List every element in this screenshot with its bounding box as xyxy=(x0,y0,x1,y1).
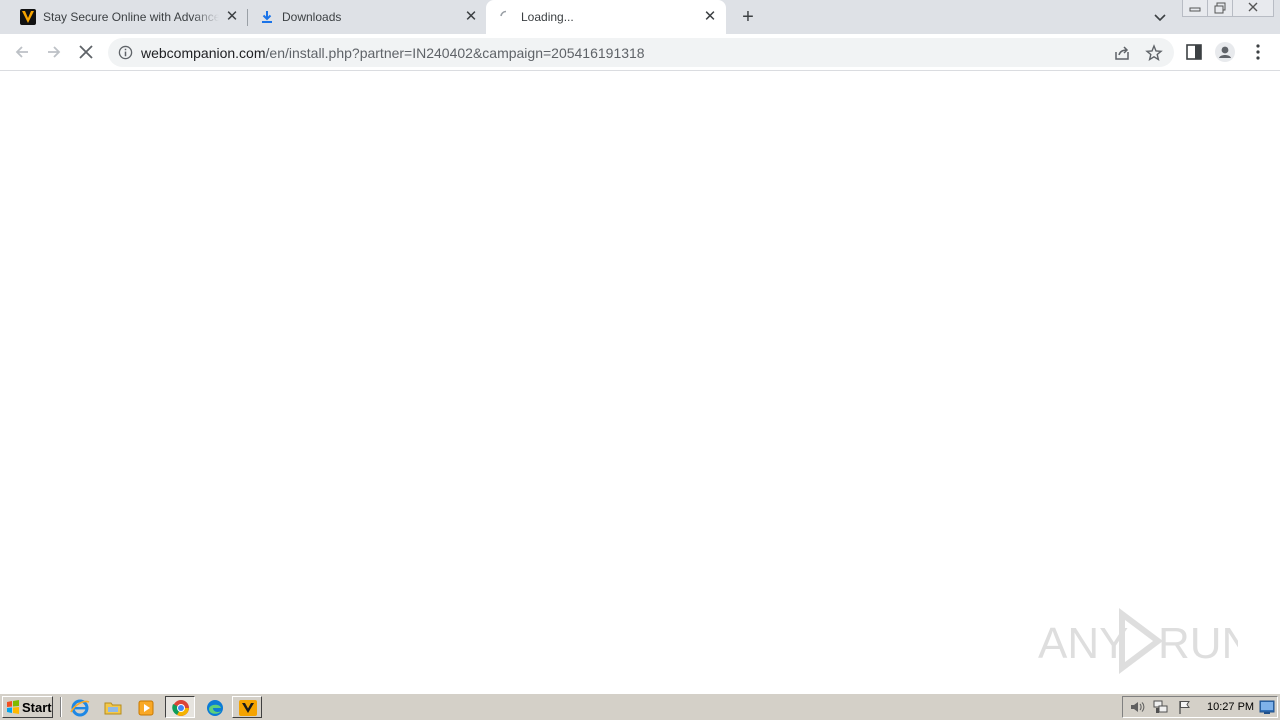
tab-close-icon[interactable]: ✕ xyxy=(702,9,718,25)
taskbar-webcompanion-app[interactable] xyxy=(232,696,262,718)
address-bar[interactable]: webcompanion.com/en/install.php?partner=… xyxy=(108,38,1174,67)
system-tray: 10:27 PM xyxy=(1122,696,1278,718)
tab-close-icon[interactable]: ✕ xyxy=(224,9,240,25)
start-label: Start xyxy=(22,700,52,715)
share-icon[interactable] xyxy=(1113,44,1131,62)
internet-explorer-icon[interactable] xyxy=(70,698,90,718)
minimize-icon xyxy=(1189,7,1201,12)
media-player-icon[interactable] xyxy=(136,698,156,718)
bookmark-star-icon[interactable] xyxy=(1145,44,1163,62)
windows-flag-icon xyxy=(7,700,19,714)
show-desktop-icon[interactable] xyxy=(1259,699,1275,715)
restore-button[interactable] xyxy=(1207,0,1233,17)
network-icon[interactable] xyxy=(1153,699,1169,715)
tab-close-icon[interactable]: ✕ xyxy=(463,9,479,25)
restore-icon xyxy=(1214,2,1226,14)
tab-downloads[interactable]: Downloads ✕ xyxy=(248,0,486,34)
edge-browser-icon[interactable] xyxy=(205,698,225,718)
back-arrow-icon[interactable] xyxy=(12,42,32,62)
plus-icon: + xyxy=(742,6,754,28)
forward-arrow-icon[interactable] xyxy=(44,42,64,62)
browser-toolbar: webcompanion.com/en/install.php?partner=… xyxy=(0,34,1280,71)
windows-taskbar: Start 10:27 PM xyxy=(0,692,1280,720)
file-explorer-folder-icon[interactable] xyxy=(103,698,123,718)
url-path: /en/install.php?partner=IN240402&campaig… xyxy=(265,45,645,61)
url-host: webcompanion.com xyxy=(141,45,266,61)
close-window-button[interactable] xyxy=(1232,0,1274,17)
watermark-text-any: ANY xyxy=(1038,619,1128,668)
watermark-text-run: RUN xyxy=(1158,619,1238,668)
tab-search-chevron-icon[interactable] xyxy=(1152,9,1168,25)
start-button[interactable]: Start xyxy=(2,696,53,718)
tab-title: Loading... xyxy=(521,10,574,24)
volume-speaker-icon[interactable] xyxy=(1129,699,1145,715)
window-controls xyxy=(1182,0,1274,18)
tab-webcompanion[interactable]: Stay Secure Online with Advanced Antivir… xyxy=(0,0,248,34)
profile-avatar-icon[interactable] xyxy=(1215,42,1235,62)
anyrun-watermark-logo: ANY RUN xyxy=(1038,608,1238,674)
webcompanion-shield-icon xyxy=(20,9,36,25)
minimize-button[interactable] xyxy=(1182,0,1208,17)
chrome-icon xyxy=(172,700,189,716)
taskbar-chrome-active[interactable] xyxy=(165,696,195,718)
tab-title: Downloads xyxy=(282,10,342,24)
url-text[interactable]: webcompanion.com/en/install.php?partner=… xyxy=(141,45,645,61)
close-icon xyxy=(1248,2,1258,12)
action-center-flag-icon[interactable] xyxy=(1177,699,1193,715)
stop-icon[interactable] xyxy=(76,42,96,62)
tab-title: Stay Secure Online with Advanced Antivir… xyxy=(43,10,219,24)
site-info-icon[interactable] xyxy=(118,45,133,60)
webcompanion-installer-icon xyxy=(239,700,257,716)
menu-kebab-icon[interactable] xyxy=(1248,42,1268,62)
page-content-blank xyxy=(0,72,1280,692)
loading-spinner-icon xyxy=(500,10,507,17)
new-tab-button[interactable]: + xyxy=(737,6,759,28)
taskbar-clock[interactable]: 10:27 PM xyxy=(1207,701,1254,713)
tab-strip: Stay Secure Online with Advanced Antivir… xyxy=(0,0,1280,34)
tab-loading-active[interactable]: Loading... ✕ xyxy=(486,0,726,34)
side-panel-icon[interactable] xyxy=(1184,42,1204,62)
taskbar-separator xyxy=(60,697,62,717)
download-icon xyxy=(262,11,272,23)
